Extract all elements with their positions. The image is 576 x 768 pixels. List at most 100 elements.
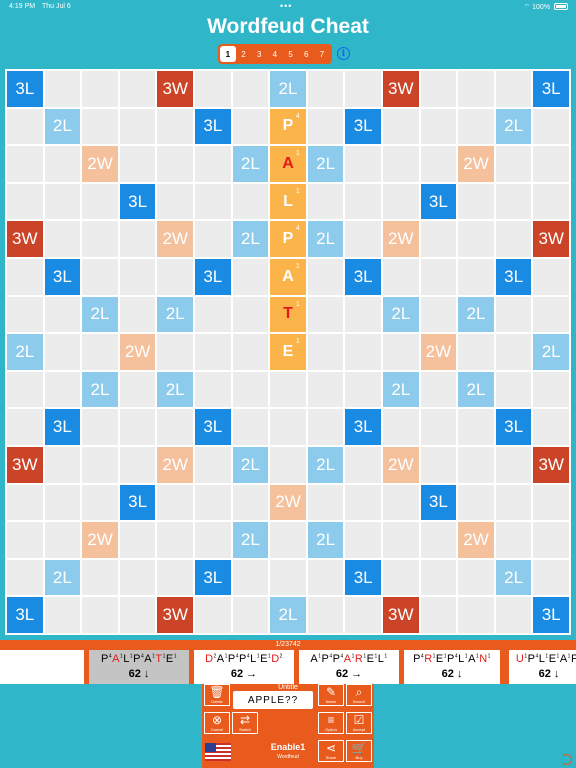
delete-button[interactable]: 🗑 Delete bbox=[204, 684, 230, 706]
board-square[interactable] bbox=[7, 522, 43, 558]
board-square[interactable] bbox=[345, 183, 381, 220]
premium-square[interactable]: 2L bbox=[82, 371, 118, 408]
premium-square[interactable]: 3L bbox=[44, 258, 81, 295]
board-square[interactable] bbox=[307, 559, 344, 596]
result-item[interactable]: A1P4P4A1R1E1L1 62 → bbox=[299, 650, 399, 684]
premium-square[interactable]: 2L bbox=[232, 522, 269, 558]
buy-button[interactable]: 🛒 Buy bbox=[346, 740, 372, 762]
board-square[interactable] bbox=[420, 108, 457, 145]
board-square[interactable] bbox=[82, 559, 118, 596]
board-square[interactable] bbox=[194, 446, 231, 483]
board-square[interactable] bbox=[495, 221, 532, 257]
board-square[interactable] bbox=[44, 183, 81, 220]
board-square[interactable] bbox=[194, 183, 231, 220]
board-square[interactable] bbox=[7, 484, 43, 521]
board-square[interactable] bbox=[270, 409, 306, 445]
board-square[interactable] bbox=[345, 484, 381, 521]
board-square[interactable] bbox=[382, 146, 419, 182]
switch-button[interactable]: ⇄ Switch bbox=[232, 712, 258, 734]
premium-square[interactable]: 2L bbox=[157, 296, 193, 333]
premium-square[interactable]: 2W bbox=[458, 522, 494, 558]
board-square[interactable] bbox=[458, 559, 494, 596]
board-square[interactable] bbox=[232, 296, 269, 333]
board-square[interactable] bbox=[232, 71, 269, 107]
board-square[interactable] bbox=[458, 183, 494, 220]
board-square[interactable] bbox=[382, 258, 419, 295]
board-square[interactable] bbox=[82, 446, 118, 483]
board-square[interactable] bbox=[194, 334, 231, 370]
board-square[interactable] bbox=[345, 296, 381, 333]
result-item[interactable]: P4R1E1P4L1A1N1 62 ↓ bbox=[404, 650, 500, 684]
board-square[interactable] bbox=[307, 71, 344, 107]
board-square[interactable] bbox=[232, 183, 269, 220]
board-square[interactable] bbox=[157, 146, 193, 182]
board-square[interactable] bbox=[119, 559, 156, 596]
premium-square[interactable]: 2L bbox=[382, 371, 419, 408]
board-square[interactable] bbox=[420, 71, 457, 107]
board-square[interactable] bbox=[7, 409, 43, 445]
board-square[interactable] bbox=[157, 334, 193, 370]
premium-square[interactable]: 3W bbox=[533, 221, 569, 257]
premium-square[interactable]: 2W bbox=[270, 484, 306, 521]
board-square[interactable] bbox=[119, 221, 156, 257]
board-square[interactable] bbox=[382, 108, 419, 145]
board-tile[interactable]: T1 bbox=[270, 296, 306, 333]
board-square[interactable] bbox=[119, 371, 156, 408]
board-tile[interactable]: A1 bbox=[270, 258, 306, 295]
board-square[interactable] bbox=[307, 409, 344, 445]
board-square[interactable] bbox=[232, 258, 269, 295]
board-square[interactable] bbox=[232, 484, 269, 521]
board-square[interactable] bbox=[82, 409, 118, 445]
board-square[interactable] bbox=[82, 258, 118, 295]
page-tab-6[interactable]: 6 bbox=[298, 46, 314, 62]
board-square[interactable] bbox=[270, 522, 306, 558]
board-square[interactable] bbox=[270, 371, 306, 408]
board-square[interactable] bbox=[270, 559, 306, 596]
premium-square[interactable]: 3L bbox=[345, 258, 381, 295]
board-square[interactable] bbox=[232, 108, 269, 145]
board-square[interactable] bbox=[495, 484, 532, 521]
board-square[interactable] bbox=[44, 146, 81, 182]
board-square[interactable] bbox=[44, 221, 81, 257]
board-square[interactable] bbox=[458, 334, 494, 370]
board-square[interactable] bbox=[420, 146, 457, 182]
board-square[interactable] bbox=[232, 371, 269, 408]
premium-square[interactable]: 3W bbox=[7, 446, 43, 483]
board-square[interactable] bbox=[194, 146, 231, 182]
board-square[interactable] bbox=[119, 296, 156, 333]
board-tile[interactable]: P4 bbox=[270, 221, 306, 257]
board-square[interactable] bbox=[7, 559, 43, 596]
premium-square[interactable]: 2L bbox=[44, 108, 81, 145]
board-square[interactable] bbox=[495, 371, 532, 408]
premium-square[interactable]: 3L bbox=[194, 409, 231, 445]
board-square[interactable] bbox=[495, 446, 532, 483]
board-square[interactable] bbox=[533, 146, 569, 182]
board-square[interactable] bbox=[345, 597, 381, 633]
page-tab-4[interactable]: 4 bbox=[267, 46, 283, 62]
name-button[interactable]: ✎ Name bbox=[318, 684, 344, 706]
board-square[interactable] bbox=[157, 108, 193, 145]
results-list[interactable]: P4A1L1P4A1T1E1 62 ↓ D2A1P4P4L1E1D2 62 → A1P4… bbox=[0, 650, 576, 684]
board-square[interactable] bbox=[382, 183, 419, 220]
board-square[interactable] bbox=[345, 71, 381, 107]
board-square[interactable] bbox=[495, 334, 532, 370]
premium-square[interactable]: 3W bbox=[157, 71, 193, 107]
premium-square[interactable]: 3W bbox=[7, 221, 43, 257]
board-square[interactable] bbox=[382, 334, 419, 370]
board-square[interactable] bbox=[194, 221, 231, 257]
board-square[interactable] bbox=[307, 597, 344, 633]
board-square[interactable] bbox=[7, 183, 43, 220]
premium-square[interactable]: 2L bbox=[307, 522, 344, 558]
board-square[interactable] bbox=[458, 446, 494, 483]
board-square[interactable] bbox=[458, 71, 494, 107]
board-square[interactable] bbox=[533, 409, 569, 445]
result-item[interactable] bbox=[0, 650, 84, 684]
board-square[interactable] bbox=[194, 371, 231, 408]
premium-square[interactable]: 2L bbox=[495, 559, 532, 596]
board-square[interactable] bbox=[194, 484, 231, 521]
board-square[interactable] bbox=[82, 108, 118, 145]
board-square[interactable] bbox=[533, 371, 569, 408]
board-tile[interactable]: E1 bbox=[270, 334, 306, 370]
board-square[interactable] bbox=[44, 71, 81, 107]
premium-square[interactable]: 3L bbox=[194, 258, 231, 295]
